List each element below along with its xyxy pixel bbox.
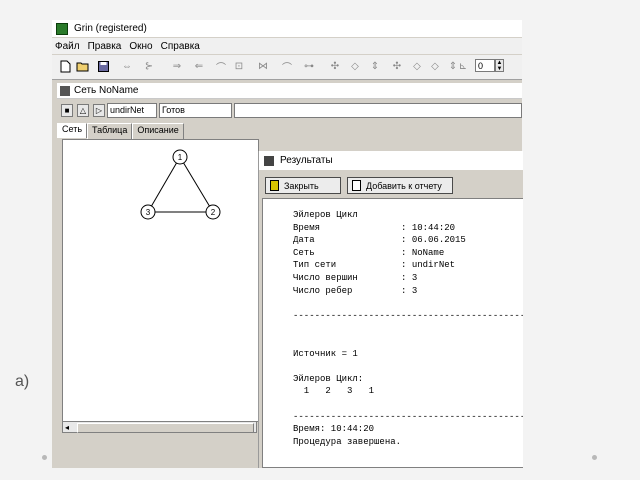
open-folder-icon[interactable] bbox=[76, 59, 90, 73]
log-line: Дата : 06.06.2015 bbox=[293, 235, 466, 246]
log-separator: ----------------------------------------… bbox=[293, 411, 523, 422]
stop-button[interactable]: ■ bbox=[61, 104, 73, 117]
menu-help[interactable]: Справка bbox=[158, 41, 205, 52]
scroll-thumb[interactable] bbox=[77, 423, 254, 433]
tool-frame-icon[interactable]: ⊡ bbox=[232, 59, 246, 73]
scroll-left-icon[interactable]: ◂ bbox=[65, 423, 69, 432]
graph-canvas[interactable]: 1 2 3 bbox=[62, 139, 259, 422]
horizontal-scrollbar[interactable]: ◂ bbox=[62, 421, 257, 433]
vertex-1-label: 1 bbox=[178, 153, 183, 162]
tool-spread-icon[interactable]: ✣ bbox=[328, 59, 342, 73]
network-icon bbox=[60, 85, 70, 96]
tool-branch-icon[interactable]: ⊱ bbox=[142, 59, 156, 73]
slide-nav-dot-right bbox=[592, 455, 597, 460]
tool-up-icon[interactable]: ⇕ bbox=[368, 59, 382, 73]
zoom-field[interactable]: 0 bbox=[475, 59, 495, 72]
log-line: Эйлеров Цикл: bbox=[293, 373, 364, 384]
log-line: Процедура завершена. bbox=[293, 436, 402, 447]
tool-diamond3-icon[interactable]: ◇ bbox=[428, 59, 442, 73]
play-button[interactable]: ▷ bbox=[93, 104, 105, 117]
save-icon[interactable] bbox=[96, 59, 110, 73]
tool-connect-icon[interactable]: ⊶ bbox=[302, 59, 316, 73]
log-line: 1 2 3 1 bbox=[293, 386, 375, 397]
tab-table[interactable]: Таблица bbox=[87, 123, 133, 139]
log-line: Число вершин : 3 bbox=[293, 272, 418, 283]
add-report-icon bbox=[352, 180, 361, 191]
menu-bar: Файл Правка Окно Справка bbox=[52, 38, 522, 54]
slide-label: а) bbox=[15, 373, 30, 390]
log-separator: ----------------------------------------… bbox=[293, 310, 523, 321]
tool-spread2-icon[interactable]: ✣ bbox=[390, 59, 404, 73]
vertex-1[interactable]: 1 bbox=[172, 149, 188, 165]
app-title: Grin (registered) bbox=[74, 23, 147, 34]
results-log: Эйлеров Цикл Время : 10:44:20 Дата : 06.… bbox=[262, 198, 523, 468]
network-window-title: Сеть NoName bbox=[74, 85, 139, 96]
results-titlebar: Результаты bbox=[259, 151, 523, 170]
tool-arrow-right-icon[interactable]: ⇒ bbox=[170, 59, 184, 73]
menu-edit[interactable]: Правка bbox=[85, 41, 127, 52]
network-tabs: Сеть Таблица Описание bbox=[57, 123, 184, 139]
zoom-spinner[interactable]: ▲ ▼ bbox=[495, 59, 504, 72]
log-line: Время: 10:44:20 bbox=[293, 424, 375, 435]
nav-up-button[interactable]: △ bbox=[77, 104, 89, 117]
tool-link-icon[interactable]: ⋈ bbox=[256, 59, 270, 73]
vertex-3-label: 3 bbox=[146, 208, 151, 217]
log-line: Число ребер : 3 bbox=[293, 285, 418, 296]
slide-nav-dot-left bbox=[42, 455, 47, 460]
network-toolbar: ■ △ ▷ undirNet Готов bbox=[57, 103, 522, 120]
edge-3-1[interactable] bbox=[147, 156, 181, 213]
tool-arrow-left-icon[interactable]: ⇐ bbox=[192, 59, 206, 73]
log-line: Тип сети : undirNet bbox=[293, 260, 456, 271]
tool-curve-icon[interactable]: ⌒ bbox=[214, 59, 228, 74]
toolbar: ⇔ ⊱ ⇒ ⇐ ⌒ ⊡ ⋈ ⌒ ⊶ ✣ ◇ ⇕ ✣ ◇ ◇ ⇕ ⊾ 0 ▲ ▼ bbox=[52, 55, 522, 80]
menu-file[interactable]: Файл bbox=[52, 41, 85, 52]
tab-network[interactable]: Сеть bbox=[57, 123, 88, 138]
results-title: Результаты bbox=[280, 155, 333, 166]
edge-1-2[interactable] bbox=[179, 156, 214, 213]
graph-svg: 1 2 3 bbox=[140, 149, 221, 220]
close-button[interactable]: Закрыть bbox=[265, 177, 341, 194]
close-door-icon bbox=[270, 180, 279, 191]
menu-window[interactable]: Окно bbox=[126, 41, 157, 52]
add-to-report-button[interactable]: Добавить к отчету bbox=[347, 177, 453, 194]
add-to-report-label: Добавить к отчету bbox=[366, 180, 442, 191]
tab-description[interactable]: Описание bbox=[132, 123, 184, 139]
app-titlebar: Grin (registered) bbox=[52, 20, 522, 37]
log-line: Время : 10:44:20 bbox=[293, 222, 456, 233]
results-window: Результаты Закрыть Добавить к отчету Эйл… bbox=[258, 151, 523, 468]
net-type-field: undirNet bbox=[107, 103, 157, 118]
tool-add-edge-icon[interactable]: ⇔ bbox=[120, 59, 134, 73]
new-file-icon[interactable] bbox=[58, 59, 72, 73]
results-icon bbox=[264, 155, 274, 166]
tool-diamond2-icon[interactable]: ◇ bbox=[410, 59, 424, 73]
vertex-2-label: 2 bbox=[211, 208, 216, 217]
info-field bbox=[234, 103, 522, 118]
close-button-label: Закрыть bbox=[284, 180, 319, 191]
app-icon bbox=[56, 22, 68, 35]
status-field: Готов bbox=[159, 103, 232, 118]
log-line: Сеть : NoName bbox=[293, 247, 445, 258]
tool-diamond-icon[interactable]: ◇ bbox=[348, 59, 362, 73]
vertex-3[interactable]: 3 bbox=[140, 204, 156, 220]
vertex-2[interactable]: 2 bbox=[205, 204, 221, 220]
tool-arc-icon[interactable]: ⌒ bbox=[280, 59, 294, 74]
tool-ruler-icon[interactable]: ⊾ bbox=[456, 59, 470, 73]
network-window-titlebar: Сеть NoName bbox=[57, 83, 522, 99]
log-line: Источник = 1 bbox=[293, 348, 358, 359]
log-line: Эйлеров Цикл bbox=[293, 210, 358, 220]
